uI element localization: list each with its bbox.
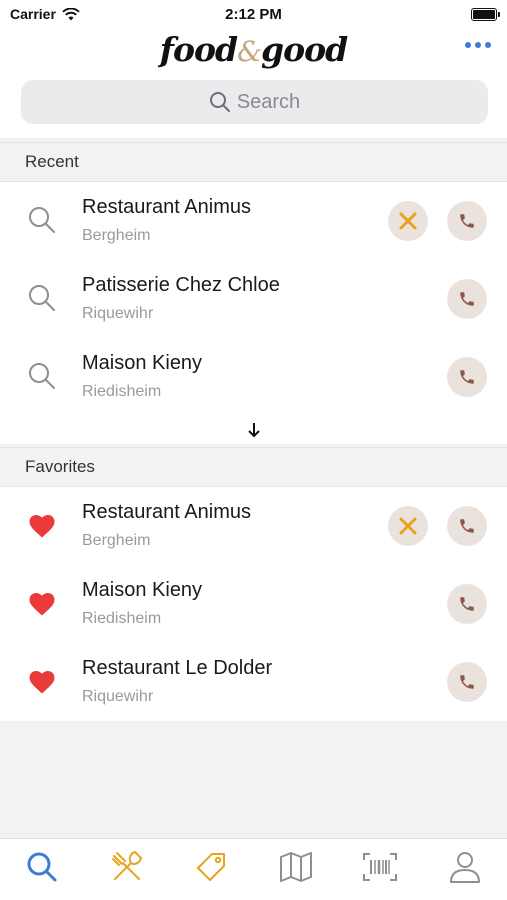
phone-icon <box>460 597 474 611</box>
restaurant-name: Restaurant Le Dolder <box>82 657 273 679</box>
status-time: 2:12 PM <box>225 6 282 23</box>
tab-scan[interactable] <box>350 842 410 892</box>
restaurant-city: Riedisheim <box>82 383 162 400</box>
section-title: Recent <box>25 152 79 171</box>
header: food&good Search <box>0 28 507 138</box>
section-header-favorites: Favorites <box>0 447 507 487</box>
list-item[interactable]: Restaurant Animus Bergheim <box>0 487 507 565</box>
heart-icon[interactable] <box>26 509 58 541</box>
fork-knife-icon <box>399 212 417 230</box>
phone-icon <box>460 519 474 533</box>
call-button[interactable] <box>447 357 487 397</box>
call-button[interactable] <box>447 279 487 319</box>
restaurant-name: Restaurant Animus <box>82 196 251 218</box>
call-button[interactable] <box>447 662 487 702</box>
restaurant-city: Bergheim <box>82 532 151 549</box>
tab-profile[interactable] <box>435 842 495 892</box>
phone-icon <box>460 292 474 306</box>
restaurant-city: Riquewihr <box>82 305 154 322</box>
restaurant-city: Bergheim <box>82 227 151 244</box>
list-item[interactable]: Maison Kieny Riedisheim <box>0 565 507 643</box>
status-bar: Carrier 2:12 PM <box>0 0 507 28</box>
restaurant-city: Riedisheim <box>82 610 162 627</box>
menu-button[interactable] <box>388 201 428 241</box>
section-header-recent: Recent <box>0 142 507 182</box>
profile-icon <box>449 851 480 883</box>
search-placeholder: Search <box>236 90 301 113</box>
tag-icon <box>197 852 226 881</box>
search-icon <box>26 282 58 314</box>
tab-offers[interactable] <box>181 842 241 892</box>
list-item[interactable]: Restaurant Animus Bergheim <box>0 182 507 260</box>
menu-button[interactable] <box>388 506 428 546</box>
map-icon <box>279 851 312 882</box>
ellipsis-icon <box>465 42 471 48</box>
tab-restaurants[interactable] <box>97 842 157 892</box>
favorites-list: Restaurant Animus Bergheim Maison Kieny … <box>0 487 507 721</box>
restaurant-name: Restaurant Animus <box>82 501 251 523</box>
search-icon <box>26 360 58 392</box>
search-icon <box>209 92 230 112</box>
tab-map[interactable] <box>266 842 326 892</box>
heart-icon[interactable] <box>26 665 58 697</box>
restaurant-name: Maison Kieny <box>82 579 203 601</box>
restaurant-name: Patisserie Chez Chloe <box>82 274 280 296</box>
more-options-button[interactable] <box>465 42 491 48</box>
arrow-down-icon <box>247 423 260 438</box>
fork-knife-icon <box>399 517 417 535</box>
fork-knife-icon <box>111 850 142 880</box>
list-item[interactable]: Restaurant Le Dolder Riquewihr <box>0 643 507 721</box>
search-input[interactable]: Search <box>21 80 488 124</box>
search-icon <box>27 852 57 881</box>
search-icon <box>26 204 58 236</box>
phone-icon <box>460 675 474 689</box>
call-button[interactable] <box>447 584 487 624</box>
call-button[interactable] <box>447 201 487 241</box>
heart-icon[interactable] <box>26 587 58 619</box>
section-title: Favorites <box>25 457 95 476</box>
phone-icon <box>460 370 474 384</box>
list-item[interactable]: Patisserie Chez Chloe Riquewihr <box>0 260 507 338</box>
tab-search[interactable] <box>12 842 72 892</box>
tab-bar <box>0 838 507 900</box>
restaurant-city: Riquewihr <box>82 688 154 705</box>
app-logo: food&good <box>159 30 348 69</box>
restaurant-name: Maison Kieny <box>82 352 203 374</box>
recent-list: Restaurant Animus Bergheim Patisserie Ch… <box>0 182 507 416</box>
barcode-icon <box>363 852 398 881</box>
battery-icon <box>471 7 500 21</box>
phone-icon <box>460 214 474 228</box>
expand-recent-button[interactable] <box>0 416 507 444</box>
list-item[interactable]: Maison Kieny Riedisheim <box>0 338 507 416</box>
call-button[interactable] <box>447 506 487 546</box>
